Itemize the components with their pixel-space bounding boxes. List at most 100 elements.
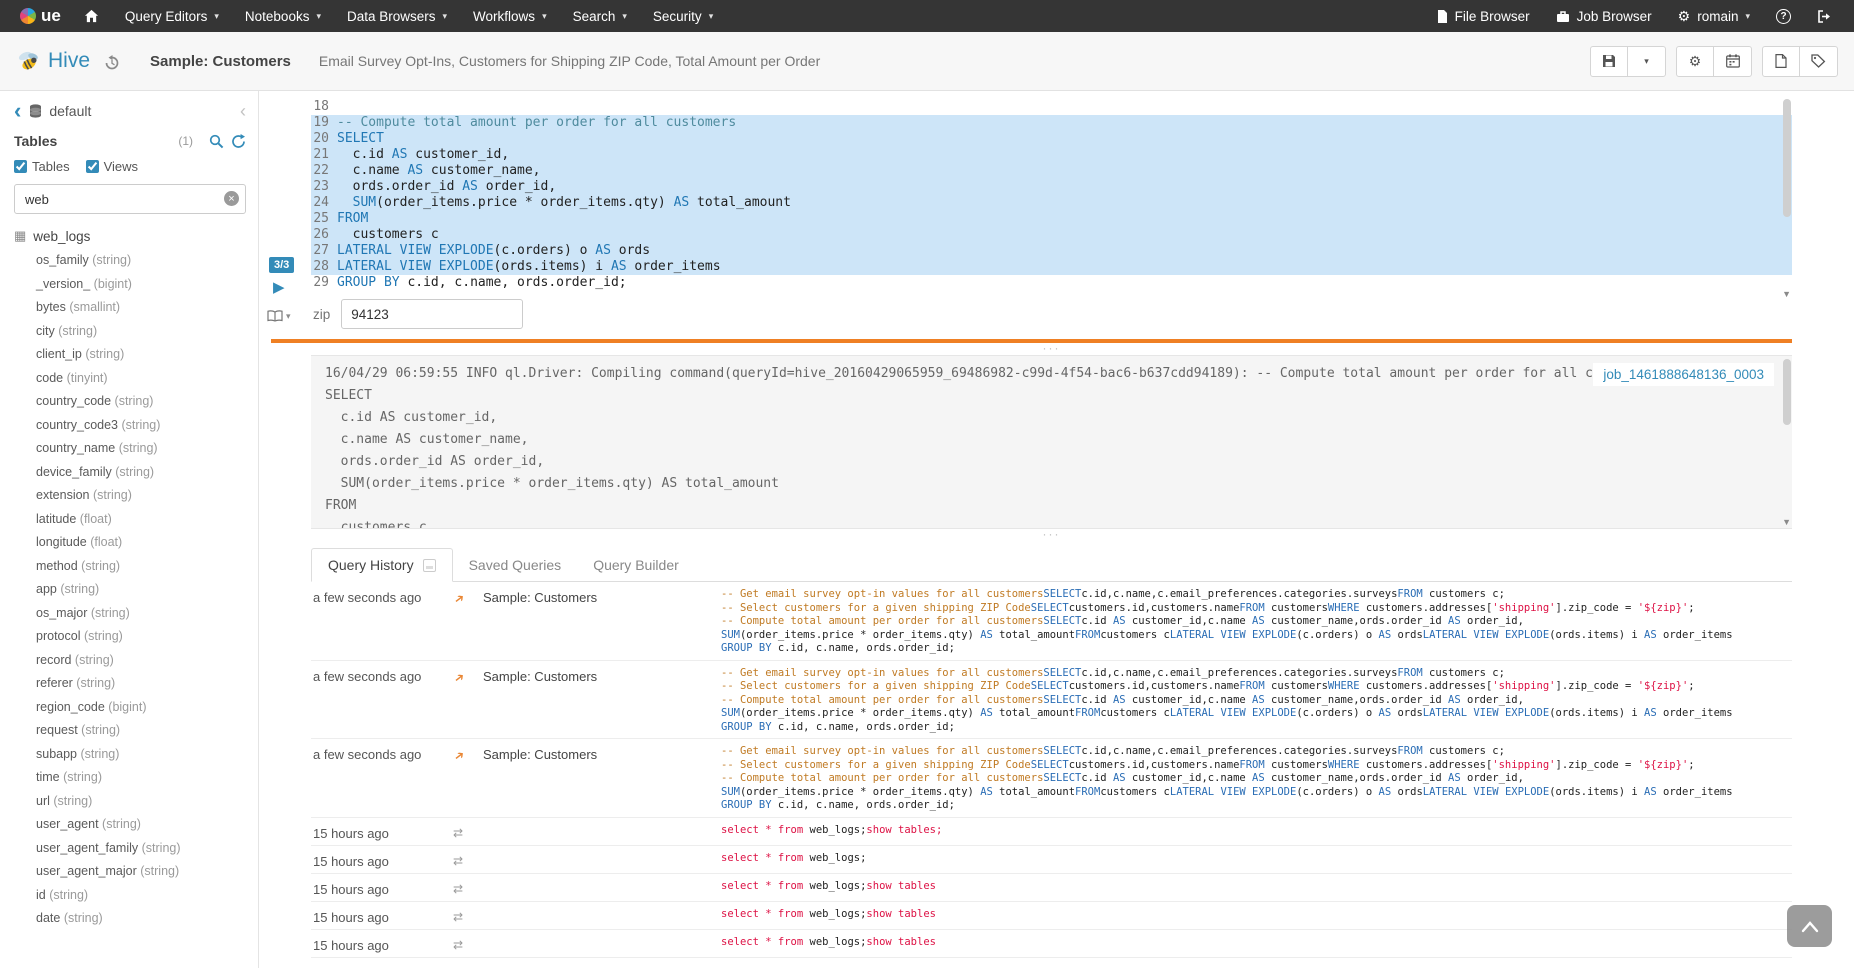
tab-query-builder[interactable]: Query Builder [577,548,695,581]
database-name[interactable]: default [49,103,91,119]
code-editor[interactable]: 1819-- Compute total amount per order fo… [311,99,1792,291]
app-name[interactable]: Hive [48,49,90,73]
back-chevron-icon[interactable]: ‹ [14,104,21,118]
sidebar-column-item[interactable]: country_code3 (string) [14,414,246,438]
sidebar-column-item[interactable]: url (string) [14,790,246,814]
query-history-row[interactable]: a few seconds ago➔Sample: Customers-- Ge… [311,661,1792,740]
editor-line[interactable]: 18 [311,99,1792,115]
refresh-icon[interactable] [231,134,246,149]
editor-line[interactable]: 24 SUM(order_items.price * order_items.q… [311,195,1792,211]
tab-query-history[interactable]: Query History [311,548,453,582]
snippet-type-menu[interactable]: ▾ [267,310,291,322]
home-button[interactable] [71,0,112,32]
user-menu[interactable]: ⚙ romain ▾ [1665,0,1763,32]
sidebar-column-item[interactable]: extension (string) [14,484,246,508]
resize-grip[interactable]: ··· [311,529,1792,541]
sidebar-column-item[interactable]: region_code (bigint) [14,696,246,720]
sidebar-column-item[interactable]: user_agent_family (string) [14,837,246,861]
sidebar-column-item[interactable]: request (string) [14,719,246,743]
table-entry[interactable]: ▦ web_logs [14,228,246,244]
sidebar-column-item[interactable]: latitude (float) [14,508,246,532]
sidebar-column-item[interactable]: country_name (string) [14,437,246,461]
hue-logo[interactable]: ue [10,6,71,26]
settings-gears-button[interactable]: ⚙ [1677,47,1714,76]
logout-button[interactable] [1804,0,1844,32]
help-button[interactable]: ? [1763,0,1804,32]
clear-search-icon[interactable]: × [224,191,239,206]
editor-line[interactable]: 21 c.id AS customer_id, [311,147,1792,163]
sidebar-column-item[interactable]: code (tinyint) [14,367,246,391]
save-button[interactable] [1591,47,1628,76]
editor-scrollbar[interactable]: ▼ [1780,99,1792,295]
editor-line[interactable]: 28LATERAL VIEW EXPLODE(ords.items) i AS … [311,259,1792,275]
sidebar-column-item[interactable]: user_agent_major (string) [14,860,246,884]
views-checkbox[interactable] [86,160,99,173]
log-scrollbar[interactable]: ▼ [1780,356,1792,528]
sidebar-column-item[interactable]: method (string) [14,555,246,579]
navbar-menu-notebooks[interactable]: Notebooks▾ [232,0,334,32]
sidebar-column-item[interactable]: _version_ (bigint) [14,273,246,297]
sidebar-column-item[interactable]: client_ip (string) [14,343,246,367]
filter-tables-option[interactable]: Tables [14,159,70,174]
resize-grip[interactable]: ··· [311,343,1792,355]
editor-line[interactable]: 19-- Compute total amount per order for … [311,115,1792,131]
navbar-menu-query-editors[interactable]: Query Editors▾ [112,0,232,32]
query-history-row[interactable]: 15 hours ago⇄select * from web_logs;show… [311,874,1792,902]
sidebar-column-item[interactable]: bytes (smallint) [14,296,246,320]
query-history-icon[interactable] [104,55,120,71]
scroll-down-icon[interactable]: ▼ [1782,517,1791,527]
navbar-menu-data-browsers[interactable]: Data Browsers▾ [334,0,460,32]
sidebar-column-item[interactable]: time (string) [14,766,246,790]
sidebar-column-item[interactable]: date (string) [14,907,246,931]
sidebar-column-item[interactable]: os_family (string) [14,249,246,273]
collapse-sidebar-icon[interactable]: ‹ [240,105,246,117]
editor-line[interactable]: 25FROM [311,211,1792,227]
tags-button[interactable] [1800,47,1837,76]
query-history-row[interactable]: 15 hours ago⇄select * from web_logs;show… [311,818,1792,846]
editor-line[interactable]: 26 customers c [311,227,1792,243]
filter-views-option[interactable]: Views [86,159,138,174]
scroll-down-icon[interactable]: ▼ [1782,289,1791,299]
save-dropdown-button[interactable]: ▾ [1628,47,1665,76]
sidebar-column-item[interactable]: subapp (string) [14,743,246,767]
navbar-menu-workflows[interactable]: Workflows▾ [460,0,560,32]
sidebar-column-item[interactable]: device_family (string) [14,461,246,485]
query-history-row[interactable]: 15 hours ago⇄select * from web_logs;show… [311,930,1792,958]
job-browser-button[interactable]: Job Browser [1543,0,1665,32]
navbar-menu-security[interactable]: Security▾ [640,0,726,32]
schedule-button[interactable] [1714,47,1751,76]
sidebar-column-item[interactable]: country_code (string) [14,390,246,414]
query-history-row[interactable]: a few seconds ago➔Sample: Customers-- Ge… [311,582,1792,661]
editor-line[interactable]: 27LATERAL VIEW EXPLODE(c.orders) o AS or… [311,243,1792,259]
sidebar-column-item[interactable]: os_major (string) [14,602,246,626]
sidebar-column-item[interactable]: record (string) [14,649,246,673]
job-link[interactable]: job_1461888648136_0003 [1593,363,1774,386]
variable-input[interactable] [341,299,523,329]
query-history-row[interactable]: 15 hours ago⇄select * from web_logs;show… [311,902,1792,930]
scroll-to-top-button[interactable] [1787,905,1832,947]
query-history-row[interactable]: 15 hours ago⇄select * from web_logs; [311,846,1792,874]
sidebar-column-item[interactable]: id (string) [14,884,246,908]
editor-line[interactable]: 29GROUP BY c.id, c.name, ords.order_id; [311,275,1792,291]
sidebar-column-item[interactable]: protocol (string) [14,625,246,649]
execute-button[interactable]: ▶ [273,280,285,295]
new-document-button[interactable] [1763,47,1800,76]
navbar-menu-search[interactable]: Search▾ [560,0,640,32]
editor-line[interactable]: 23 ords.order_id AS order_id, [311,179,1792,195]
scrollbar-thumb[interactable] [1783,99,1791,217]
tab-saved-queries[interactable]: Saved Queries [453,548,578,581]
sidebar-column-item[interactable]: city (string) [14,320,246,344]
sidebar-column-item[interactable]: user_agent (string) [14,813,246,837]
sidebar-column-item[interactable]: longitude (float) [14,531,246,555]
query-history-row[interactable]: a few seconds ago➔Sample: Customers-- Ge… [311,739,1792,818]
sidebar-column-item[interactable]: app (string) [14,578,246,602]
file-browser-button[interactable]: File Browser [1424,0,1543,32]
sidebar-column-item[interactable]: referer (string) [14,672,246,696]
table-search-input[interactable] [14,184,246,214]
scrollbar-thumb[interactable] [1783,359,1791,425]
search-icon[interactable] [209,134,224,149]
editor-line[interactable]: 20SELECT [311,131,1792,147]
tables-checkbox[interactable] [14,160,27,173]
column-name: url [36,794,50,808]
editor-line[interactable]: 22 c.name AS customer_name, [311,163,1792,179]
